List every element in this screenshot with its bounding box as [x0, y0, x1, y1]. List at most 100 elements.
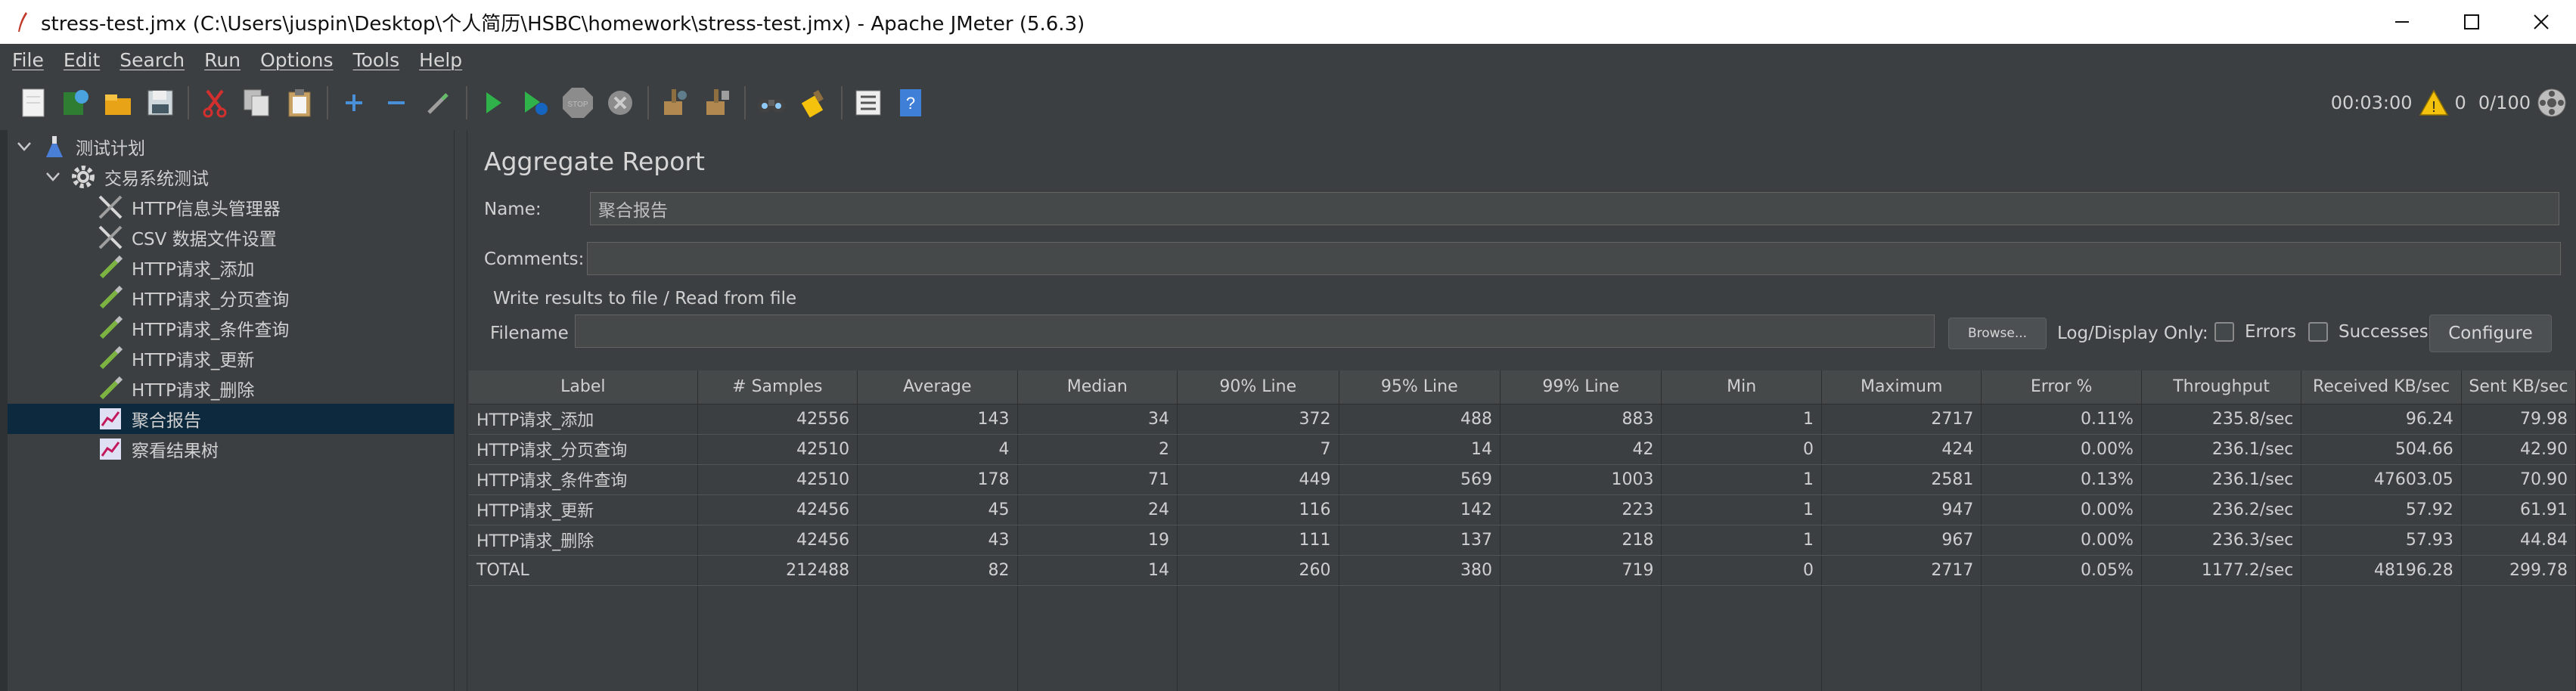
tree-node-header-manager[interactable]: HTTP信息头管理器 — [97, 192, 281, 222]
table-empty-cell — [857, 585, 1018, 691]
clear-all-button[interactable] — [700, 85, 734, 121]
menu-tools[interactable]: Tools — [353, 49, 400, 71]
table-cell: 1003 — [1500, 464, 1662, 495]
table-row[interactable]: HTTP请求_更新 42456 45 24 116 142 223 1 947 0.00% 236.… — [469, 494, 2576, 525]
toolbar-separator — [841, 86, 843, 119]
clear-button[interactable] — [658, 85, 691, 121]
search-button[interactable] — [755, 85, 788, 121]
table-cell: 235.8/sec — [2141, 404, 2302, 435]
shutdown-button[interactable] — [604, 85, 637, 121]
tree-node-http-condition-query[interactable]: HTTP请求_条件查询 — [97, 313, 289, 343]
help-button[interactable]: ? — [894, 85, 927, 121]
tree-node-aggregate-report[interactable]: 聚合报告 — [8, 404, 454, 434]
column-header[interactable]: 95% Line — [1339, 370, 1501, 404]
collapse-all-button[interactable] — [380, 85, 413, 121]
menu-run[interactable]: Run — [204, 49, 241, 71]
start-no-pause-button[interactable] — [519, 85, 552, 121]
table-cell: HTTP请求_删除 — [469, 525, 698, 556]
wrench-icon — [97, 224, 124, 251]
cut-button[interactable] — [198, 85, 231, 121]
table-cell: 569 — [1339, 464, 1501, 495]
function-helper-button[interactable] — [852, 85, 885, 121]
paste-button[interactable] — [283, 85, 316, 121]
open-button[interactable] — [101, 85, 135, 121]
browse-button[interactable]: Browse... — [1948, 318, 2047, 349]
tree-node-http-update[interactable]: HTTP请求_更新 — [97, 343, 254, 373]
column-header[interactable]: Median — [1017, 370, 1178, 404]
column-header[interactable]: Received KB/sec — [2301, 370, 2462, 404]
new-button[interactable] — [17, 85, 50, 121]
column-header[interactable]: # Samples — [697, 370, 858, 404]
chevron-down-icon[interactable] — [14, 136, 35, 157]
toolbar-separator — [327, 86, 328, 119]
wrench-icon — [97, 194, 124, 221]
close-button[interactable] — [2506, 0, 2576, 44]
tree-node-test-plan[interactable]: 测试计划 — [14, 132, 145, 162]
table-cell: 372 — [1177, 404, 1339, 435]
pipette-icon — [97, 375, 124, 402]
errors-checkbox[interactable] — [2214, 322, 2234, 342]
expand-all-button[interactable] — [337, 85, 371, 121]
table-empty-cell — [2461, 585, 2576, 691]
templates-button[interactable] — [59, 85, 92, 121]
menu-options[interactable]: Options — [260, 49, 333, 71]
minimize-button[interactable] — [2367, 0, 2437, 44]
table-cell: 42456 — [697, 494, 858, 525]
tree-node-thread-group[interactable]: 交易系统测试 — [42, 162, 209, 192]
menu-edit[interactable]: Edit — [64, 49, 100, 71]
column-header[interactable]: Error % — [1981, 370, 2142, 404]
table-row[interactable]: HTTP请求_删除 42456 43 19 111 137 218 1 967 0.00% 236.… — [469, 525, 2576, 556]
table-cell: HTTP请求_分页查询 — [469, 434, 698, 465]
toolbar-separator — [647, 86, 649, 119]
chevron-down-icon[interactable] — [42, 166, 64, 187]
menu-help[interactable]: Help — [419, 49, 462, 71]
menu-search[interactable]: Search — [119, 49, 185, 71]
table-row[interactable]: HTTP请求_条件查询 42510 178 71 449 569 1003 1 2581 0.13… — [469, 464, 2576, 495]
open-icon — [105, 95, 131, 115]
successes-checkbox[interactable] — [2308, 322, 2328, 342]
table-row[interactable]: HTTP请求_分页查询 42510 4 2 7 14 42 0 424 0.00% 236.1/se… — [469, 434, 2576, 465]
column-header[interactable]: 90% Line — [1177, 370, 1339, 404]
table-cell: 0 — [1661, 434, 1822, 465]
table-cell: 449 — [1177, 464, 1339, 495]
warning-icon[interactable]: ! — [2419, 89, 2449, 116]
table-cell: 48196.28 — [2301, 555, 2462, 586]
column-header[interactable]: Min — [1661, 370, 1822, 404]
column-header[interactable]: Throughput — [2141, 370, 2302, 404]
table-row[interactable]: HTTP请求_添加 42556 143 34 372 488 883 1 2717 0.11% 23… — [469, 404, 2576, 435]
table-cell: 299.78 — [2461, 555, 2576, 586]
new-icon — [22, 88, 45, 117]
panel-splitter[interactable] — [454, 130, 467, 691]
tree-node-view-results-tree[interactable]: 察看结果树 — [97, 434, 219, 464]
column-header[interactable]: Label — [469, 370, 698, 404]
comments-input[interactable] — [587, 242, 2561, 275]
gear-icon — [70, 163, 97, 191]
copy-button[interactable] — [241, 85, 274, 121]
tree-node-http-add[interactable]: HTTP请求_添加 — [97, 253, 254, 283]
toggle-button[interactable] — [422, 85, 455, 121]
column-header[interactable]: Average — [857, 370, 1018, 404]
table-cell: 24 — [1017, 494, 1178, 525]
reset-search-button[interactable] — [797, 85, 830, 121]
start-button[interactable] — [476, 85, 510, 121]
column-header[interactable]: 99% Line — [1500, 370, 1662, 404]
name-input[interactable]: 聚合报告 — [590, 192, 2559, 225]
thread-count: 0/100 — [2478, 92, 2531, 113]
pipette-icon — [97, 254, 124, 281]
tree-label: 交易系统测试 — [104, 169, 209, 189]
column-header[interactable]: Maximum — [1821, 370, 1982, 404]
stop-button[interactable]: STOP — [561, 85, 594, 121]
table-cell: 1177.2/sec — [2141, 555, 2302, 586]
configure-button[interactable]: Configure — [2429, 315, 2552, 352]
tree-node-http-page-query[interactable]: HTTP请求_分页查询 — [97, 283, 289, 313]
save-button[interactable] — [144, 85, 177, 121]
maximize-button[interactable] — [2437, 0, 2506, 44]
table-cell: 2 — [1017, 434, 1178, 465]
column-header[interactable]: Sent KB/sec — [2461, 370, 2576, 404]
tree-node-http-delete[interactable]: HTTP请求_删除 — [97, 373, 254, 404]
tree-node-csv-data-set[interactable]: CSV 数据文件设置 — [97, 222, 277, 253]
table-row[interactable]: TOTAL 212488 82 14 260 380 719 0 2717 0.05% 1177.2… — [469, 555, 2576, 586]
log-display-label: Log/Display Only: — [2057, 324, 2208, 343]
menu-file[interactable]: File — [12, 49, 44, 71]
filename-input[interactable] — [575, 315, 1935, 348]
